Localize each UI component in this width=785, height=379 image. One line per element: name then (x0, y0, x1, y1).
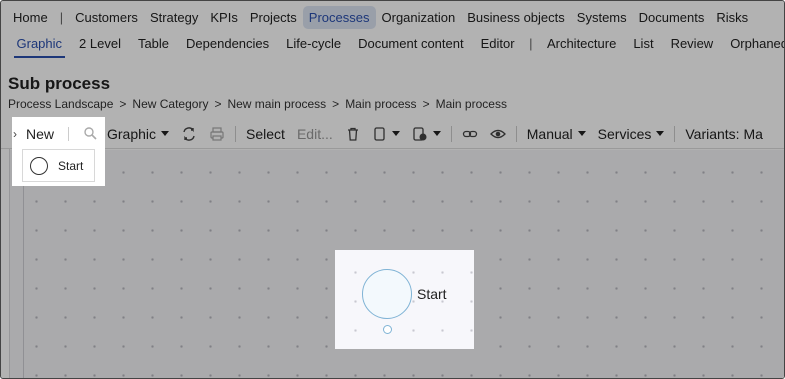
select-button[interactable]: Select (240, 119, 291, 149)
breadcrumb-item[interactable]: Process Landscape (8, 97, 113, 111)
nav-separator: | (59, 10, 64, 25)
document-add-icon (413, 126, 427, 141)
breadcrumb-item[interactable]: Main process (436, 97, 507, 111)
zoom-icon (84, 127, 97, 140)
manual-menu[interactable]: Manual (521, 119, 592, 149)
new-menu-label: New (26, 126, 55, 142)
manual-menu-label: Manual (526, 125, 573, 142)
breadcrumb-separator: > (119, 97, 127, 111)
print-icon (210, 126, 224, 141)
services-menu[interactable]: Services (592, 119, 671, 149)
toolbar-divider (235, 125, 237, 142)
shape-palette-highlight: › New Start (12, 117, 105, 186)
add-document-menu[interactable] (406, 119, 447, 149)
nav-item-strategy[interactable]: Strategy (144, 6, 204, 29)
breadcrumb-separator: > (422, 97, 430, 111)
view-button[interactable] (484, 119, 512, 149)
zoom-button[interactable] (83, 126, 97, 143)
tab-orphaned[interactable]: Orphaned (722, 34, 784, 60)
breadcrumb-item[interactable]: Main process (345, 97, 416, 111)
palette-start-label: Start (58, 158, 84, 173)
tab-life-cycle[interactable]: Life-cycle (278, 34, 350, 60)
nav-item-home[interactable]: Home (7, 6, 54, 29)
canvas-border (9, 149, 10, 378)
graphic-menu[interactable]: Graphic (101, 119, 175, 149)
chevron-down-icon (161, 131, 170, 136)
breadcrumb-item[interactable]: New main process (227, 97, 326, 111)
start-event-icon (30, 156, 48, 175)
tab-review[interactable]: Review (662, 34, 722, 60)
tab-separator: | (529, 36, 533, 51)
breadcrumb: Process Landscape > New Category > New m… (8, 97, 507, 111)
toolbar-divider (450, 125, 452, 142)
nav-item-systems[interactable]: Systems (571, 6, 633, 29)
toolbar: Graphic Select Edit... Manual Services V… (1, 119, 784, 149)
nav-item-risks[interactable]: Risks (710, 6, 754, 29)
start-event-label: Start (417, 286, 447, 302)
refresh-icon (183, 126, 195, 141)
canvas-shape-highlight: Start (335, 250, 474, 349)
chevron-down-icon (656, 131, 665, 136)
toolbar-divider (515, 125, 517, 142)
nav-item-customers[interactable]: Customers (69, 6, 144, 29)
nav-item-kpis[interactable]: KPIs (204, 6, 243, 29)
chevron-down-icon (432, 131, 441, 136)
link-icon (462, 130, 477, 137)
print-button[interactable] (203, 119, 231, 149)
tab-dependencies[interactable]: Dependencies (178, 34, 278, 60)
nav-item-processes[interactable]: Processes (302, 6, 376, 29)
tab-list[interactable]: List (625, 34, 662, 60)
toolbar-divider (68, 127, 69, 141)
tab-editor[interactable]: Editor (472, 34, 523, 60)
edit-button[interactable]: Edit... (291, 119, 339, 149)
main-nav: Home | Customers Strategy KPIs Projects … (1, 1, 784, 34)
chevron-down-icon (577, 131, 586, 136)
nav-item-organization[interactable]: Organization (376, 6, 462, 29)
services-menu-label: Services (597, 125, 652, 142)
toolbar-divider (674, 125, 676, 142)
page-title: Sub process (8, 74, 111, 93)
breadcrumb-separator: > (332, 97, 340, 111)
app-window: Home | Customers Strategy KPIs Projects … (0, 0, 785, 379)
chevron-down-icon (391, 131, 400, 136)
graphic-menu-label: Graphic (107, 125, 157, 142)
sub-nav: Graphic 2 Level Table Dependencies Life-… (1, 34, 784, 60)
tab-table[interactable]: Table (129, 34, 177, 60)
trash-icon (347, 127, 358, 141)
tab-graphic[interactable]: Graphic (8, 34, 71, 60)
breadcrumb-item[interactable]: New Category (132, 97, 208, 111)
variants-menu[interactable]: Variants: Ma (679, 119, 769, 149)
tab-2-level[interactable]: 2 Level (71, 34, 130, 60)
nav-item-business-objects[interactable]: Business objects (461, 6, 571, 29)
link-button[interactable] (456, 119, 484, 149)
copy-icon (374, 126, 385, 141)
refresh-button[interactable] (175, 119, 203, 149)
nav-item-projects[interactable]: Projects (244, 6, 303, 29)
palette-start-event[interactable]: Start (22, 149, 95, 182)
connection-port[interactable] (383, 325, 392, 334)
tab-document-content[interactable]: Document content (350, 34, 473, 60)
breadcrumb-separator: > (214, 97, 222, 111)
start-event-shape[interactable] (362, 269, 412, 319)
copy-menu[interactable] (367, 119, 406, 149)
tab-architecture[interactable]: Architecture (538, 34, 624, 60)
delete-button[interactable] (339, 119, 367, 149)
eye-icon (489, 129, 506, 138)
chevron-right-icon[interactable]: › (13, 127, 17, 141)
nav-item-documents[interactable]: Documents (633, 6, 711, 29)
